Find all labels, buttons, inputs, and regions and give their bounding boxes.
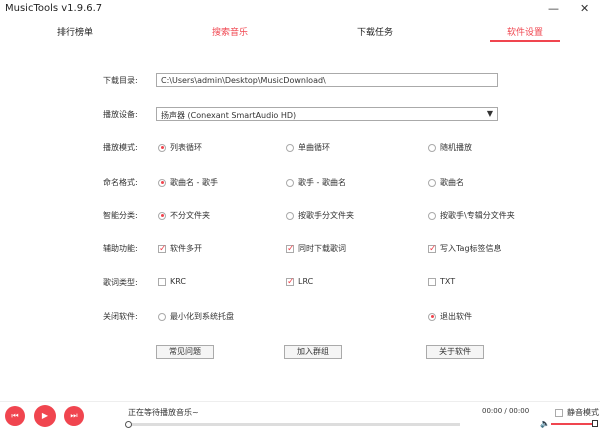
option-label: 列表循环 (170, 142, 202, 153)
naming-label: 命名格式: (103, 177, 138, 188)
option-label: 歌曲名 (440, 177, 464, 188)
volume-icon: 🔈 (540, 419, 550, 428)
active-tab-indicator (490, 40, 560, 42)
play-mode-option[interactable]: 列表循环 (158, 142, 202, 153)
previous-button[interactable]: ⏮ (5, 406, 25, 426)
option-label: 歌手 - 歌曲名 (298, 177, 346, 188)
lyrics-option[interactable]: KRC (158, 277, 186, 286)
option-label: TXT (440, 277, 455, 286)
classify-option[interactable]: 按歌手分文件夹 (286, 210, 354, 221)
download-dir-label: 下载目录: (103, 75, 138, 86)
volume-slider[interactable] (551, 423, 595, 425)
lyrics-label: 歌词类型: (103, 277, 138, 288)
radio-icon (286, 212, 294, 220)
option-label: LRC (298, 277, 313, 286)
option-label: 单曲循环 (298, 142, 330, 153)
option-label: 写入Tag标签信息 (440, 243, 502, 254)
option-label: 同时下载歌词 (298, 243, 346, 254)
option-label: 随机播放 (440, 142, 472, 153)
checkbox-icon (428, 278, 436, 286)
device-value: 扬声器 (Conexant SmartAudio HD) (161, 111, 296, 120)
close-option[interactable]: 退出软件 (428, 311, 472, 322)
play-mode-option[interactable]: 单曲循环 (286, 142, 330, 153)
classify-option[interactable]: 不分文件夹 (158, 210, 210, 221)
option-label: 不分文件夹 (170, 210, 210, 221)
progress-slider[interactable] (128, 423, 460, 426)
play-icon: ▶ (42, 411, 48, 420)
volume-fill (551, 423, 595, 425)
next-icon: ⏭ (70, 411, 77, 420)
checkbox-icon: ✓ (286, 245, 294, 253)
radio-icon (158, 179, 166, 187)
close-option[interactable]: 最小化到系统托盘 (158, 311, 234, 322)
previous-icon: ⏮ (11, 411, 18, 420)
option-label: 按歌手\专辑分文件夹 (440, 210, 515, 221)
radio-icon (286, 179, 294, 187)
close-label: 关闭软件: (103, 311, 138, 322)
checkbox-icon: ✓ (428, 245, 436, 253)
radio-icon (158, 212, 166, 220)
option-label: 退出软件 (440, 311, 472, 322)
chevron-down-icon: ▼ (487, 109, 493, 118)
play-mode-option[interactable]: 随机播放 (428, 142, 472, 153)
naming-option[interactable]: 歌手 - 歌曲名 (286, 177, 346, 188)
minimize-button[interactable]: — (548, 2, 559, 15)
lyrics-option[interactable]: TXT (428, 277, 455, 286)
window-title: MusicTools v1.9.6.7 (5, 3, 102, 14)
device-label: 播放设备: (103, 109, 138, 120)
mute-checkbox[interactable]: 静音模式 (555, 407, 599, 418)
radio-icon (158, 144, 166, 152)
play-mode-label: 播放模式: (103, 142, 138, 153)
tab-downloads[interactable]: 下载任务 (340, 25, 410, 38)
player-time: 00:00 / 00:00 (482, 407, 529, 415)
option-label: 最小化到系统托盘 (170, 311, 234, 322)
radio-icon (428, 212, 436, 220)
checkbox-icon: ✓ (158, 245, 166, 253)
radio-icon (158, 313, 166, 321)
radio-icon (428, 313, 436, 321)
assist-label: 辅助功能: (103, 243, 138, 254)
checkbox-icon (158, 278, 166, 286)
play-button[interactable]: ▶ (34, 405, 56, 427)
progress-handle[interactable] (125, 421, 132, 428)
tab-search[interactable]: 搜索音乐 (195, 25, 265, 38)
next-button[interactable]: ⏭ (64, 406, 84, 426)
assist-option[interactable]: ✓ 同时下载歌词 (286, 243, 346, 254)
join-group-button[interactable]: 加入群组 (284, 345, 342, 359)
classify-label: 智能分类: (103, 210, 138, 221)
tab-charts[interactable]: 排行榜单 (40, 25, 110, 38)
checkbox-icon: ✓ (286, 278, 294, 286)
tab-settings[interactable]: 软件设置 (490, 25, 560, 38)
radio-icon (428, 179, 436, 187)
option-label: KRC (170, 277, 186, 286)
radio-icon (286, 144, 294, 152)
about-button[interactable]: 关于软件 (426, 345, 484, 359)
volume-handle[interactable] (592, 420, 598, 427)
player-status: 正在等待播放音乐~ (128, 407, 199, 418)
download-dir-input[interactable]: C:\Users\admin\Desktop\MusicDownload\ (156, 73, 498, 87)
naming-option[interactable]: 歌曲名 (428, 177, 464, 188)
checkbox-box (555, 409, 563, 417)
mute-label: 静音模式 (567, 407, 599, 418)
option-label: 软件多开 (170, 243, 202, 254)
device-select[interactable]: 扬声器 (Conexant SmartAudio HD) ▼ (156, 107, 498, 121)
option-label: 歌曲名 - 歌手 (170, 177, 218, 188)
option-label: 按歌手分文件夹 (298, 210, 354, 221)
naming-option[interactable]: 歌曲名 - 歌手 (158, 177, 218, 188)
radio-icon (428, 144, 436, 152)
assist-option[interactable]: ✓ 软件多开 (158, 243, 202, 254)
lyrics-option[interactable]: ✓ LRC (286, 277, 313, 286)
faq-button[interactable]: 常见问题 (156, 345, 214, 359)
close-button[interactable]: ✕ (580, 2, 589, 15)
classify-option[interactable]: 按歌手\专辑分文件夹 (428, 210, 515, 221)
assist-option[interactable]: ✓ 写入Tag标签信息 (428, 243, 502, 254)
